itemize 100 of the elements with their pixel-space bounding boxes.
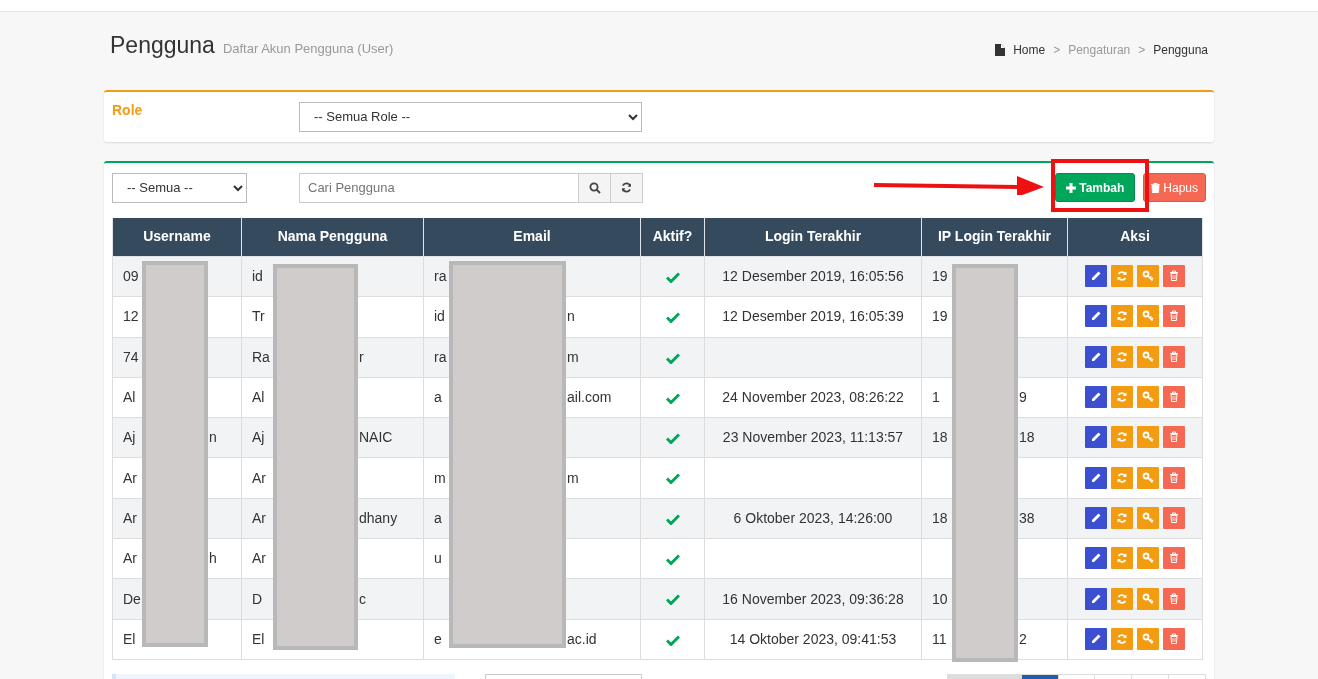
refresh-icon [1116,471,1128,484]
status-select[interactable]: -- Semua -- [112,172,247,203]
cell-text: ail.com [567,388,612,408]
column-header: IP Login Terakhir [921,217,1068,257]
trash-icon [1168,511,1180,524]
page-subtitle: Daftar Akun Pengguna (User) [222,40,394,58]
cell-text: Al [252,389,265,406]
trash-icon [1168,350,1180,363]
delete-button[interactable] [1163,426,1185,449]
cell-text: 11 [932,630,947,647]
edit-button[interactable] [1085,386,1107,409]
cell-text: Ar [252,469,266,486]
delete-button[interactable] [1163,265,1185,288]
cell-text: Ar [252,550,266,567]
breadcrumb-separator: > [1138,41,1146,59]
pencil-icon [1090,552,1102,565]
cell-text: n [567,307,575,327]
pencil-icon [1090,431,1102,444]
cell-text: Aj [252,429,265,446]
cell-text: 2 [1019,629,1027,649]
trash-icon [1168,552,1180,565]
password-button[interactable] [1137,466,1159,489]
password-button[interactable] [1137,305,1159,328]
password-button[interactable] [1137,547,1159,570]
refresh-icon [1116,350,1128,363]
breadcrumb-link[interactable]: Home [1013,40,1046,59]
search-button[interactable] [579,172,611,203]
key-icon [1142,552,1154,565]
column-header: Aktif? [640,217,705,257]
cell-text: m [434,469,446,486]
pencil-icon [1090,511,1102,524]
cell-text: u [434,550,442,567]
pencil-icon [1090,592,1102,605]
edit-button[interactable] [1085,426,1107,449]
edit-button[interactable] [1085,587,1107,610]
trash-icon [1168,270,1180,283]
password-button[interactable] [1137,386,1159,409]
edit-button[interactable] [1085,627,1107,650]
delete-button[interactable] [1163,547,1185,570]
password-button[interactable] [1137,426,1159,449]
delete-button[interactable] [1163,386,1185,409]
pencil-icon [1090,310,1102,323]
key-icon [1142,632,1154,645]
delete-button[interactable] [1163,345,1185,368]
cell-text: Ar [123,469,137,486]
cell-text: De [123,590,141,607]
cell-text: 9 [1019,388,1027,408]
refresh-icon [1116,511,1128,524]
cell-text: Ra [252,348,270,365]
cell-text: 12 [123,308,139,325]
trash-icon [1168,431,1180,444]
trash-icon [1168,632,1180,645]
cell-text: m [567,468,579,488]
role-select[interactable]: -- Semua Role -- [299,101,642,132]
refresh-button[interactable] [611,172,643,203]
edit-button[interactable] [1085,466,1107,489]
password-button[interactable] [1137,345,1159,368]
pencil-icon [1090,350,1102,363]
search-field[interactable]: Cari Pengguna [299,172,579,203]
cell-text: ra [434,268,447,285]
column-header: Nama Pengguna [241,217,424,257]
cell-text: 10 [932,590,948,607]
password-button[interactable] [1137,587,1159,610]
delete-button[interactable] [1163,305,1185,328]
cell-text: a [434,509,442,526]
delete-button[interactable] [1163,506,1185,529]
field-label: Role [112,100,144,120]
pencil-icon [1090,270,1102,283]
cell-text: 19 [932,268,948,285]
key-icon [1142,350,1154,363]
key-icon [1142,511,1154,524]
password-button[interactable] [1137,627,1159,650]
edit-button[interactable] [1085,506,1107,529]
trash-icon [1168,471,1180,484]
edit-button[interactable] [1085,305,1107,328]
edit-button[interactable] [1085,265,1107,288]
delete-button[interactable] [1163,466,1185,489]
cell-text: D [252,590,263,607]
cell-text: dhany [359,508,398,528]
key-icon [1142,431,1154,444]
cell-text: NAIC [359,428,393,448]
cell-text: e [434,630,442,647]
delete-button[interactable] [1163,587,1185,610]
cell-text: n [209,428,217,448]
search-icon [588,181,601,194]
password-button[interactable] [1137,506,1159,529]
key-icon [1142,592,1154,605]
table-cell: 6 Oktober 2023, 14:26:00 [704,498,922,539]
page-title: Pengguna [110,31,215,60]
cell-text: ac.id [567,629,597,649]
edit-button[interactable] [1085,547,1107,570]
edit-button[interactable] [1085,345,1107,368]
table-cell: 12 Desember 2019, 16:05:39 [704,296,922,338]
delete-button[interactable] [1163,627,1185,650]
password-button[interactable] [1137,265,1159,288]
trash-icon [1151,182,1161,193]
refresh-icon [1116,310,1128,323]
cell-text: Ar [123,509,137,526]
refresh-icon [621,182,632,193]
cell-text: 38 [1019,508,1035,528]
